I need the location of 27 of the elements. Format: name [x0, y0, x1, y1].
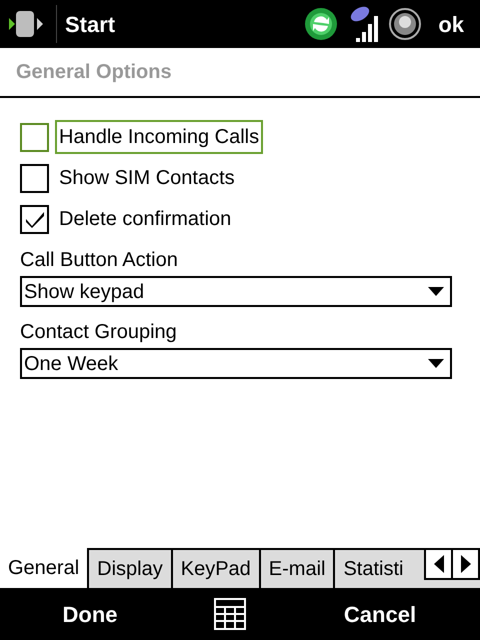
checkbox-label[interactable]: Handle Incoming Calls: [55, 120, 264, 154]
checkbox[interactable]: [20, 122, 49, 152]
cancel-button[interactable]: Cancel: [280, 598, 480, 630]
start-label[interactable]: Start: [65, 8, 116, 40]
left-arrow-icon: [434, 555, 444, 573]
dropdown[interactable]: Show keypad: [20, 276, 452, 307]
ok-button[interactable]: ok: [438, 8, 464, 40]
dropdown-arrow-icon: [428, 359, 444, 368]
checkmark-icon: [24, 210, 44, 228]
keyboard-grid-icon[interactable]: [214, 598, 246, 630]
tab[interactable]: Display: [87, 548, 171, 588]
right-arrow-icon: [460, 555, 470, 573]
speaker-icon[interactable]: [388, 7, 422, 41]
page-title: General Options: [16, 60, 172, 85]
checkbox[interactable]: [20, 164, 49, 192]
dropdown-label: Call Button Action: [20, 248, 179, 273]
tab[interactable]: E-mail: [258, 548, 334, 588]
dropdown[interactable]: One Week: [20, 348, 452, 379]
checkbox-label[interactable]: Delete confirmation: [55, 202, 236, 236]
dropdown-arrow-icon: [428, 287, 444, 296]
tab[interactable]: Statisti: [333, 548, 412, 588]
sync-icon[interactable]: [304, 7, 338, 41]
checkbox[interactable]: [20, 204, 49, 234]
tab[interactable]: KeyPad: [170, 548, 259, 588]
done-button[interactable]: Done: [0, 598, 180, 630]
dropdown-label: Contact Grouping: [20, 320, 178, 345]
checkbox-label[interactable]: Show SIM Contacts: [55, 161, 239, 195]
